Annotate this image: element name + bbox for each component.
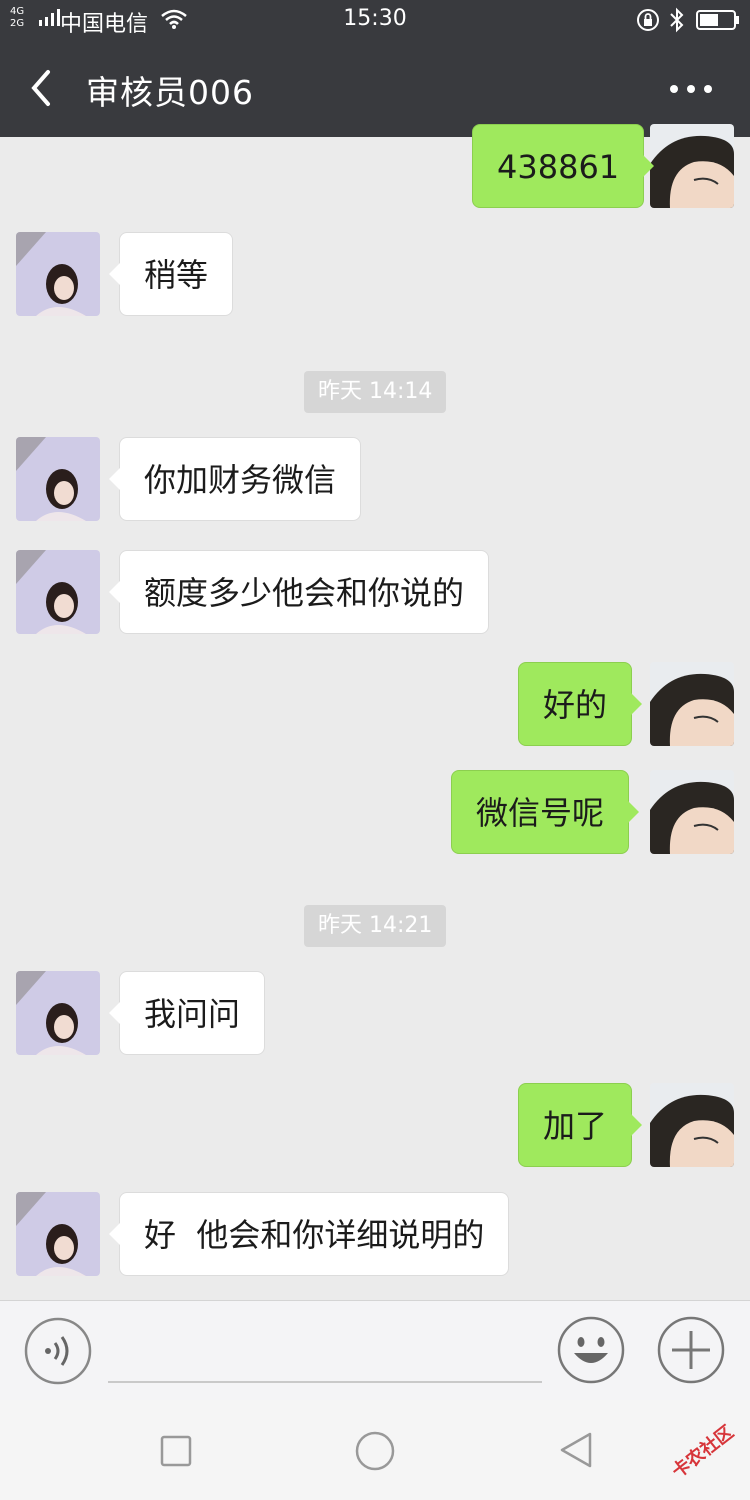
recent-apps-icon[interactable] — [160, 1435, 192, 1467]
contact-avatar[interactable] — [16, 550, 100, 634]
bluetooth-icon — [670, 7, 684, 33]
status-bar: 4G 2G 中国电信 15:30 — [0, 0, 750, 40]
back-triangle-icon[interactable] — [558, 1430, 594, 1470]
man-avatar-icon — [650, 770, 734, 854]
contact-avatar[interactable] — [16, 232, 100, 316]
top-bar: 4G 2G 中国电信 15:30 审核员006 — [0, 0, 750, 137]
message-bubble-incoming[interactable]: 额度多少他会和你说的 — [108, 550, 490, 634]
system-nav-bar — [0, 1400, 750, 1500]
message-bubble-outgoing[interactable]: 加了 — [518, 1083, 643, 1167]
woman-avatar-icon — [16, 232, 100, 316]
my-avatar[interactable] — [650, 124, 734, 208]
contact-avatar[interactable] — [16, 971, 100, 1055]
back-chevron-icon[interactable] — [24, 66, 58, 110]
contact-avatar[interactable] — [16, 437, 100, 521]
voice-input-icon[interactable] — [24, 1317, 92, 1385]
message-input[interactable] — [108, 1381, 542, 1383]
input-bar — [0, 1300, 750, 1400]
chat-title: 审核员006 — [86, 73, 254, 112]
contact-avatar[interactable] — [16, 1192, 100, 1276]
woman-avatar-icon — [16, 1192, 100, 1276]
timestamp-label: 昨天 14:21 — [304, 905, 447, 947]
more-dots-icon[interactable] — [668, 83, 714, 95]
emoji-icon[interactable] — [556, 1315, 626, 1385]
man-avatar-icon — [650, 1083, 734, 1167]
message-bubble-incoming[interactable]: 稍等 — [108, 232, 234, 316]
battery-icon — [696, 10, 739, 30]
message-bubble-incoming[interactable]: 我问问 — [108, 971, 266, 1055]
message-bubble-outgoing[interactable]: 438861 — [472, 124, 655, 208]
message-bubble-outgoing[interactable]: 好的 — [518, 662, 643, 746]
add-more-icon[interactable] — [656, 1315, 726, 1385]
my-avatar[interactable] — [650, 662, 734, 746]
home-icon[interactable] — [354, 1430, 396, 1472]
message-bubble-incoming[interactable]: 你加财务微信 — [108, 437, 362, 521]
my-avatar[interactable] — [650, 1083, 734, 1167]
woman-avatar-icon — [16, 437, 100, 521]
message-bubble-outgoing[interactable]: 微信号呢 — [451, 770, 640, 854]
message-bubble-incoming[interactable]: 好 他会和你详细说明的 — [108, 1192, 510, 1276]
man-avatar-icon — [650, 124, 734, 208]
rotation-lock-icon — [637, 9, 659, 31]
woman-avatar-icon — [16, 550, 100, 634]
watermark-logo: 卡农社区 — [646, 1400, 746, 1490]
watermark-text: 卡农社区 — [668, 1421, 738, 1483]
woman-avatar-icon — [16, 971, 100, 1055]
timestamp-label: 昨天 14:14 — [304, 371, 447, 413]
man-avatar-icon — [650, 662, 734, 746]
my-avatar[interactable] — [650, 770, 734, 854]
